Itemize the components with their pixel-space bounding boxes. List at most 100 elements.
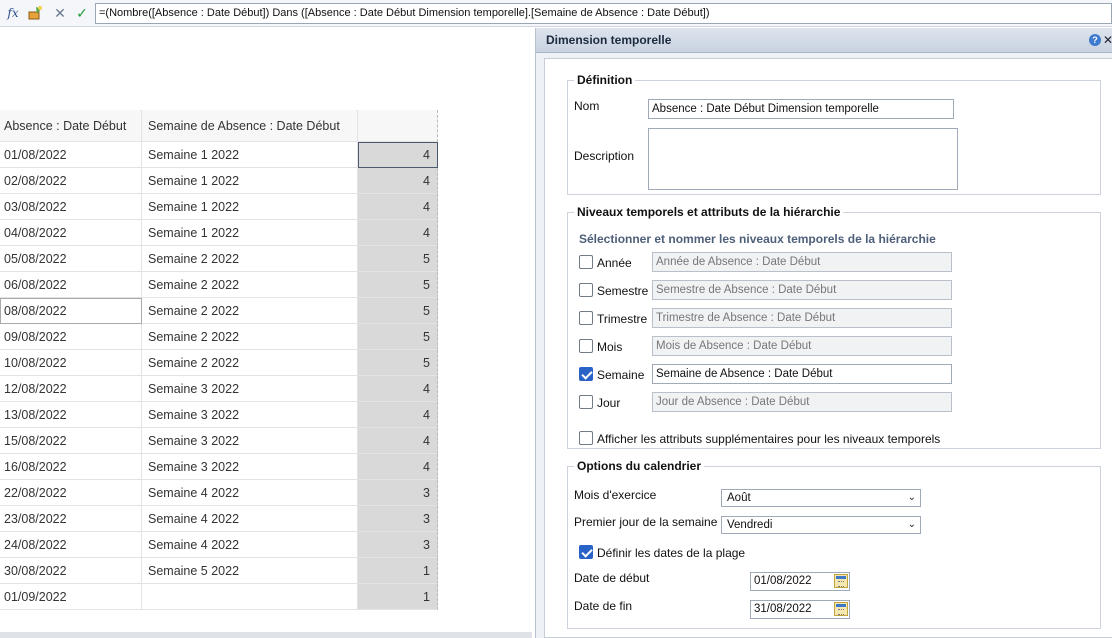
- cell-week[interactable]: Semaine 1 2022: [142, 168, 358, 194]
- report-area: Absence : Date Début Semaine de Absence …: [0, 28, 532, 638]
- column-header-count[interactable]: [358, 110, 438, 142]
- cell-count[interactable]: 4: [358, 220, 438, 246]
- level-name-field[interactable]: Trimestre de Absence : Date Début: [652, 308, 952, 328]
- table-row: 22/08/2022 Semaine 4 2022 3: [0, 480, 438, 506]
- cell-date[interactable]: 02/08/2022: [0, 168, 142, 194]
- table-row: 12/08/2022 Semaine 3 2022 4: [0, 376, 438, 402]
- cell-count[interactable]: 5: [358, 350, 438, 376]
- cell-date[interactable]: 23/08/2022: [0, 506, 142, 532]
- level-checkbox-4[interactable]: [579, 367, 593, 381]
- cell-count[interactable]: 4: [358, 454, 438, 480]
- cell-week[interactable]: Semaine 2 2022: [142, 246, 358, 272]
- cell-date[interactable]: 01/09/2022: [0, 584, 142, 610]
- cell-week[interactable]: Semaine 2 2022: [142, 350, 358, 376]
- cell-week[interactable]: Semaine 4 2022: [142, 506, 358, 532]
- cell-count[interactable]: 4: [358, 194, 438, 220]
- cell-week[interactable]: Semaine 3 2022: [142, 376, 358, 402]
- cell-week[interactable]: Semaine 3 2022: [142, 402, 358, 428]
- description-field[interactable]: [648, 128, 958, 190]
- cell-date[interactable]: 08/08/2022: [0, 298, 142, 324]
- cell-week[interactable]: Semaine 1 2022: [142, 194, 358, 220]
- cell-date[interactable]: 24/08/2022: [0, 532, 142, 558]
- level-checkbox-3[interactable]: [579, 339, 593, 353]
- level-name-field[interactable]: Semestre de Absence : Date Début: [652, 280, 952, 300]
- cell-date[interactable]: 03/08/2022: [0, 194, 142, 220]
- name-field[interactable]: Absence : Date Début Dimension temporell…: [648, 99, 954, 119]
- cell-date[interactable]: 09/08/2022: [0, 324, 142, 350]
- cell-count[interactable]: 1: [358, 584, 438, 610]
- cell-count[interactable]: 4: [358, 376, 438, 402]
- level-name-field[interactable]: Jour de Absence : Date Début: [652, 392, 952, 412]
- cell-date[interactable]: 22/08/2022: [0, 480, 142, 506]
- cell-week[interactable]: Semaine 4 2022: [142, 532, 358, 558]
- description-label: Description: [574, 149, 635, 163]
- cell-date[interactable]: 30/08/2022: [0, 558, 142, 584]
- cell-week[interactable]: Semaine 5 2022: [142, 558, 358, 584]
- cell-count[interactable]: 3: [358, 480, 438, 506]
- cell-date[interactable]: 16/08/2022: [0, 454, 142, 480]
- cell-count[interactable]: 4: [358, 402, 438, 428]
- cell-date[interactable]: 10/08/2022: [0, 350, 142, 376]
- level-name-field[interactable]: Année de Absence : Date Début: [652, 252, 952, 272]
- formula-editor-icon[interactable]: [26, 5, 44, 22]
- panel-title-text: Dimension temporelle: [546, 33, 672, 47]
- cell-date[interactable]: 13/08/2022: [0, 402, 142, 428]
- cell-date[interactable]: 06/08/2022: [0, 272, 142, 298]
- table-row: 13/08/2022 Semaine 3 2022 4: [0, 402, 438, 428]
- cell-count[interactable]: 4: [358, 142, 438, 168]
- cell-count[interactable]: 5: [358, 298, 438, 324]
- level-name-field[interactable]: Mois de Absence : Date Début: [652, 336, 952, 356]
- fiscal-month-select[interactable]: Août ⌄: [721, 489, 921, 507]
- first-day-label: Premier jour de la semaine: [574, 515, 718, 529]
- calendar-legend: Options du calendrier: [577, 459, 702, 473]
- close-icon[interactable]: ✕: [1103, 32, 1112, 48]
- calendar-icon[interactable]: [834, 602, 848, 616]
- calendar-icon[interactable]: [834, 574, 848, 588]
- cell-week[interactable]: [142, 584, 358, 610]
- cell-date[interactable]: 12/08/2022: [0, 376, 142, 402]
- cell-count[interactable]: 4: [358, 168, 438, 194]
- cell-count[interactable]: 5: [358, 324, 438, 350]
- cell-date[interactable]: 01/08/2022: [0, 142, 142, 168]
- level-checkbox-5[interactable]: [579, 395, 593, 409]
- column-header-week[interactable]: Semaine de Absence : Date Début: [142, 110, 358, 142]
- cell-week[interactable]: Semaine 2 2022: [142, 324, 358, 350]
- end-date-field[interactable]: 31/08/2022: [750, 600, 850, 619]
- level-checkbox-1[interactable]: [579, 283, 593, 297]
- level-checkbox-0[interactable]: [579, 255, 593, 269]
- cell-week[interactable]: Semaine 1 2022: [142, 220, 358, 246]
- cell-week[interactable]: Semaine 3 2022: [142, 428, 358, 454]
- cell-count[interactable]: 5: [358, 272, 438, 298]
- formula-input[interactable]: =(Nombre([Absence : Date Début]) Dans ([…: [95, 3, 1112, 24]
- start-date-field[interactable]: 01/08/2022: [750, 572, 850, 591]
- level-checkbox-2[interactable]: [579, 311, 593, 325]
- column-header-date[interactable]: Absence : Date Début: [0, 110, 142, 142]
- cell-date[interactable]: 05/08/2022: [0, 246, 142, 272]
- cell-count[interactable]: 5: [358, 246, 438, 272]
- cell-count[interactable]: 4: [358, 428, 438, 454]
- cell-week[interactable]: Semaine 1 2022: [142, 142, 358, 168]
- horizontal-scrollbar[interactable]: [0, 632, 532, 638]
- first-day-select[interactable]: Vendredi ⌄: [721, 516, 921, 534]
- name-label: Nom: [574, 99, 600, 113]
- cell-week[interactable]: Semaine 2 2022: [142, 298, 358, 324]
- validate-formula-icon[interactable]: ✓: [73, 5, 91, 22]
- help-icon[interactable]: ?: [1089, 34, 1101, 46]
- level-name-field[interactable]: Semaine de Absence : Date Début: [652, 364, 952, 384]
- cell-count[interactable]: 1: [358, 558, 438, 584]
- cancel-formula-icon[interactable]: ✕: [51, 5, 69, 22]
- cell-count[interactable]: 3: [358, 506, 438, 532]
- level-label: Mois: [597, 340, 623, 354]
- fx-icon[interactable]: fx: [4, 5, 22, 22]
- cell-date[interactable]: 04/08/2022: [0, 220, 142, 246]
- cell-week[interactable]: Semaine 2 2022: [142, 272, 358, 298]
- cell-week[interactable]: Semaine 4 2022: [142, 480, 358, 506]
- extra-attributes-checkbox[interactable]: [579, 431, 593, 445]
- cell-date[interactable]: 15/08/2022: [0, 428, 142, 454]
- levels-legend: Niveaux temporels et attributs de la hié…: [577, 205, 841, 219]
- cell-week[interactable]: Semaine 3 2022: [142, 454, 358, 480]
- time-dimension-panel: Dimension temporelle ? ✕ Définition Nom …: [535, 28, 1112, 638]
- table-row: 16/08/2022 Semaine 3 2022 4: [0, 454, 438, 480]
- cell-count[interactable]: 3: [358, 532, 438, 558]
- define-range-checkbox[interactable]: [579, 545, 593, 559]
